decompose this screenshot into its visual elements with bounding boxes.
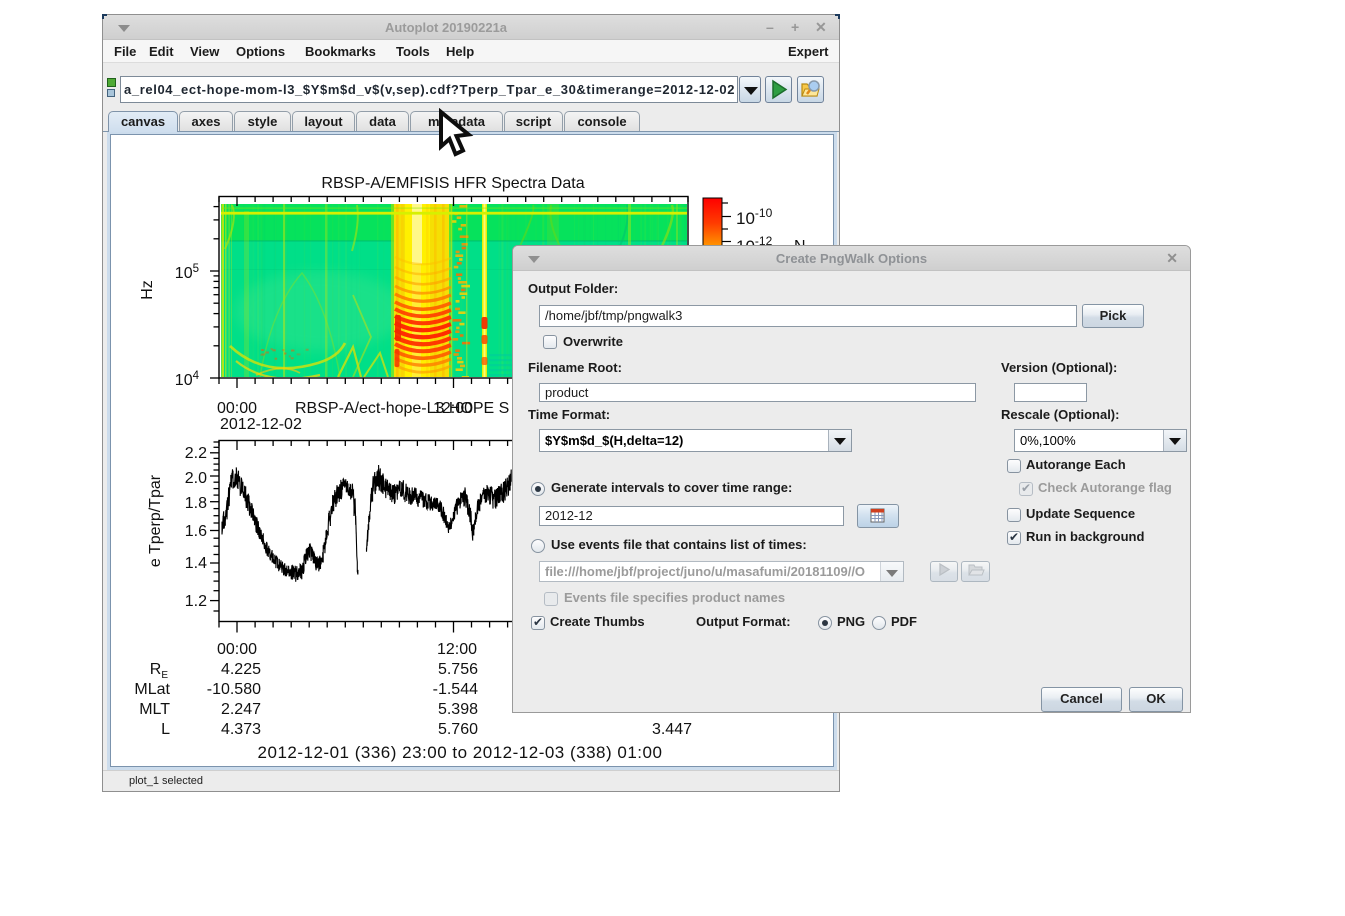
svg-text:5.760: 5.760 — [438, 721, 478, 738]
svg-text:2.247: 2.247 — [221, 701, 261, 718]
svg-text:2012-12-02: 2012-12-02 — [220, 416, 302, 433]
svg-text:3.447: 3.447 — [652, 721, 692, 738]
svg-text:4.373: 4.373 — [221, 721, 261, 738]
svg-text:104: 104 — [175, 370, 200, 389]
svg-text:RBSP-A/ect-hope-L3 HOPE S: RBSP-A/ect-hope-L3 HOPE S — [295, 400, 509, 417]
svg-text:-1.544: -1.544 — [433, 681, 478, 698]
svg-text:2012-12-01 (336) 23:00 to 2012: 2012-12-01 (336) 23:00 to 2012-12-03 (33… — [258, 743, 663, 762]
svg-text:5.756: 5.756 — [438, 661, 478, 678]
svg-text:2.2: 2.2 — [185, 445, 207, 462]
svg-text:105: 105 — [175, 263, 199, 282]
svg-text:MLat: MLat — [134, 681, 170, 698]
svg-text:L: L — [161, 721, 170, 738]
svg-text:12:00: 12:00 — [437, 641, 477, 658]
svg-text:2.0: 2.0 — [185, 470, 207, 487]
svg-text:00:00: 00:00 — [217, 400, 257, 417]
svg-text:1.4: 1.4 — [185, 555, 207, 572]
svg-text:-10.580: -10.580 — [207, 681, 261, 698]
svg-text:1.8: 1.8 — [185, 495, 207, 512]
svg-text:5.398: 5.398 — [438, 701, 478, 718]
svg-text:RE: RE — [150, 661, 169, 681]
svg-text:Hz: Hz — [139, 280, 156, 300]
svg-text:4.225: 4.225 — [221, 661, 261, 678]
svg-text:MLT: MLT — [139, 701, 170, 718]
svg-text:1.2: 1.2 — [185, 593, 207, 610]
svg-text:00:00: 00:00 — [217, 641, 257, 658]
svg-text:e Tperp/Tpar: e Tperp/Tpar — [147, 474, 164, 567]
svg-text:10-10: 10-10 — [736, 206, 773, 228]
svg-text:RBSP-A/EMFISIS HFR Spectra Da: RBSP-A/EMFISIS HFR Spectra Data — [321, 175, 584, 192]
svg-text:1.6: 1.6 — [185, 523, 207, 540]
